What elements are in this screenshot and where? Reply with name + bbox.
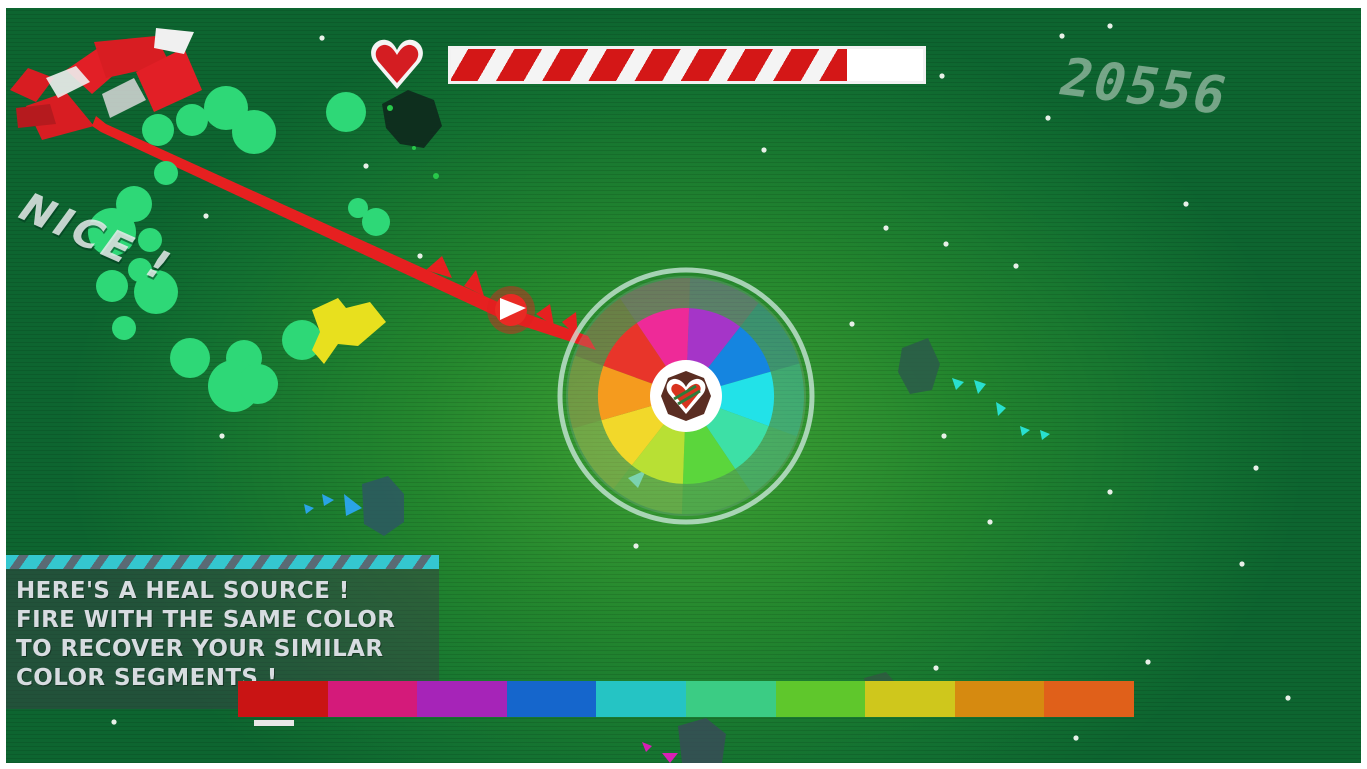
star [111, 719, 117, 725]
tutorial-panel-stripe [6, 555, 439, 569]
star [633, 543, 639, 549]
bar-marker [254, 720, 294, 726]
wheel-outer-segment [568, 355, 604, 429]
star [1107, 489, 1113, 495]
star [203, 213, 209, 219]
star [943, 241, 949, 247]
star [1013, 263, 1019, 269]
star [1253, 465, 1259, 471]
color-segment [1044, 681, 1134, 717]
star [1107, 23, 1113, 29]
color-segment-bar [238, 681, 1134, 717]
star [1073, 735, 1079, 741]
star [219, 433, 225, 439]
star [417, 253, 423, 259]
tutorial-line: HERE'S A HEAL SOURCE ! [16, 578, 350, 604]
star [1183, 201, 1189, 207]
heart-icon [371, 39, 423, 89]
color-segment [417, 681, 507, 717]
tutorial-line: FIRE WITH THE SAME COLOR [16, 607, 396, 633]
star [319, 35, 325, 41]
wheel-outer-segment [768, 363, 804, 437]
health-bar [448, 46, 926, 84]
color-segment [685, 681, 776, 717]
star [849, 321, 855, 327]
glitch-logo [10, 28, 202, 140]
color-segment [506, 681, 597, 717]
color-segment [238, 681, 328, 717]
color-segment [596, 681, 686, 717]
star [883, 225, 889, 231]
striped-heart-icon [656, 366, 716, 426]
player-ship [487, 286, 535, 334]
color-segment [327, 681, 418, 717]
star [939, 73, 945, 79]
star [933, 665, 939, 671]
game-viewport[interactable]: 20556 NICE ! HERE'S A HEAL SOURCE ! FIRE… [6, 8, 1361, 763]
tutorial-line: TO RECOVER YOUR SIMILAR [16, 636, 384, 662]
star [363, 163, 369, 169]
star [1059, 33, 1065, 39]
star [761, 147, 767, 153]
color-segment [865, 681, 955, 717]
star [1145, 659, 1151, 665]
color-segment [775, 681, 866, 717]
color-segment [954, 681, 1045, 717]
star [1239, 561, 1245, 567]
star [941, 433, 947, 439]
star [987, 519, 993, 525]
star [1285, 695, 1291, 701]
tutorial-text: HERE'S A HEAL SOURCE ! FIRE WITH THE SAM… [6, 577, 395, 693]
yellow-splat [312, 298, 386, 364]
health-bar-fill [451, 49, 848, 81]
